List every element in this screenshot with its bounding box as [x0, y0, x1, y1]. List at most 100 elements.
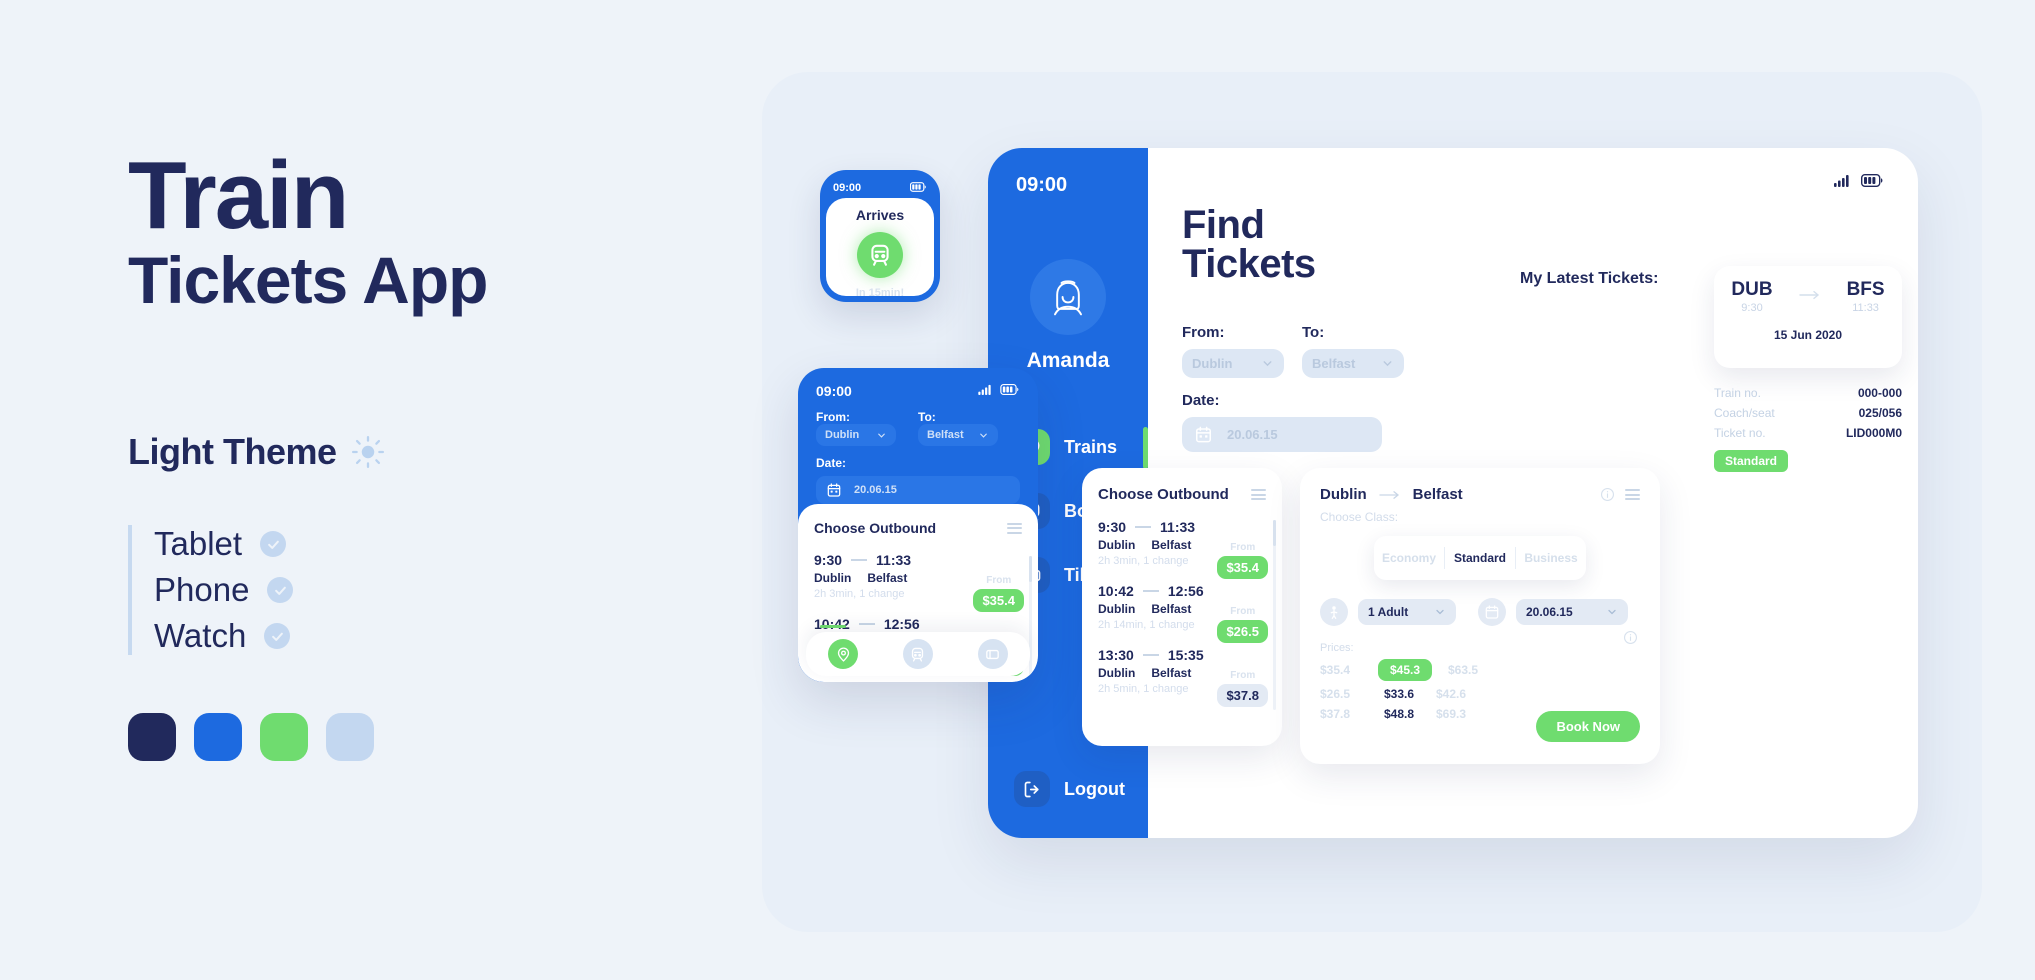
price-cell[interactable]: $69.3 — [1436, 707, 1490, 721]
menu-icon[interactable] — [1007, 522, 1022, 534]
price-cell[interactable]: $33.6 — [1378, 687, 1420, 701]
class-option-standard[interactable]: Standard — [1445, 551, 1515, 565]
book-now-button[interactable]: Book Now — [1536, 711, 1640, 742]
arrow-dash — [1142, 590, 1159, 592]
date-field[interactable]: 20.06.15 — [1182, 417, 1382, 453]
promo-title-line1: Train — [128, 142, 349, 249]
trip-row[interactable]: 9:30 11:33 Dublin Belfast 2h 3min, 1 cha… — [798, 552, 1038, 612]
dest-code: BFS — [1846, 279, 1885, 300]
from-select[interactable]: Dublin — [1182, 349, 1284, 379]
calendar-icon — [1478, 598, 1506, 626]
price-cell[interactable]: $42.6 — [1436, 687, 1490, 701]
price-tag[interactable]: From $37.8 — [1217, 665, 1268, 707]
panel-title: Choose Outbound — [814, 520, 937, 536]
to-value: Belfast — [1312, 356, 1356, 372]
sidebar-label: Trains — [1064, 436, 1118, 457]
price-cell[interactable]: $63.5 — [1448, 663, 1502, 677]
tablet-main: Find Tickets From: Dublin To: Belfast Da… — [1082, 148, 1918, 838]
phone-outbound-sheet: Choose Outbound 9:30 11:33 Dublin Belfas… — [798, 504, 1038, 682]
ticket-icon[interactable] — [977, 639, 1008, 669]
price-row: $35.4 $45.3 $63.5 — [1320, 659, 1640, 681]
phone-mockup: 09:00 From: Dublin To: Belfast Date: 20.… — [798, 368, 1038, 682]
trip-row[interactable]: 13:30 15:35 Dublin Belfast 2h 5min, 1 ch… — [1082, 647, 1282, 707]
passenger-value: 1 Adult — [1368, 605, 1409, 619]
price-cell[interactable]: $37.8 — [1320, 707, 1374, 721]
date-value: 20.06.15 — [1227, 427, 1278, 443]
promo-panel: Train Tickets App Light Theme Tablet Pho… — [128, 142, 768, 762]
to-select[interactable]: Belfast — [918, 424, 998, 446]
theme-row: Light Theme — [128, 431, 768, 473]
price-tag[interactable]: From $35.4 — [973, 570, 1024, 612]
price-cell[interactable]: $35.4 — [1320, 663, 1374, 677]
route-destination: Belfast — [1412, 486, 1463, 503]
watch-mockup: 09:00 Arrives In 15min! — [820, 170, 940, 302]
price-value: $35.4 — [1217, 556, 1268, 579]
dest-time: 11:33 — [1852, 302, 1879, 314]
price-cell[interactable]: $48.8 — [1378, 707, 1420, 721]
menu-icon[interactable] — [1625, 489, 1640, 500]
drag-handle[interactable] — [820, 625, 846, 628]
price-cell-selected[interactable]: $45.3 — [1378, 659, 1432, 681]
trip-row[interactable]: 13:30 15:35 Dublin Belfast 2h 5min, 1 ch… — [798, 680, 1038, 682]
watch-time: 09:00 — [833, 182, 862, 194]
train-icon[interactable] — [857, 232, 903, 278]
departure-time: 13:30 — [814, 680, 850, 682]
date-field[interactable]: 20.06.15 — [816, 476, 1020, 504]
dest-city: Belfast — [1151, 602, 1192, 616]
passenger-select[interactable]: 1 Adult — [1358, 599, 1456, 625]
chevron-down-icon — [1263, 361, 1272, 367]
from-select[interactable]: Dublin — [816, 424, 896, 446]
calendar-icon — [827, 483, 841, 497]
origin-city: Dublin — [1098, 538, 1136, 552]
trip-row[interactable]: 9:30 11:33 Dublin Belfast 2h 3min, 1 cha… — [1082, 519, 1282, 579]
prices-label: Prices: — [1320, 642, 1354, 654]
info-icon[interactable] — [1600, 487, 1615, 502]
to-select[interactable]: Belfast — [1302, 349, 1404, 379]
date-value: 20.06.15 — [1526, 605, 1573, 619]
dest-city: Belfast — [1151, 666, 1192, 680]
price-tag[interactable]: From $26.5 — [1217, 601, 1268, 643]
price-from-label: From — [1230, 542, 1256, 553]
location-pin-icon[interactable] — [828, 639, 859, 669]
trip-row[interactable]: 10:42 12:56 Dublin Belfast 2h 14min, 1 c… — [1082, 583, 1282, 643]
date-select[interactable]: 20.06.15 — [1516, 599, 1628, 625]
device-row-watch: Watch — [154, 617, 768, 655]
sidebar-item-logout[interactable]: Logout — [988, 757, 1148, 821]
train-icon[interactable] — [902, 639, 933, 669]
price-tag[interactable]: From $35.4 — [1217, 537, 1268, 579]
chevron-down-icon — [1608, 609, 1616, 615]
price-cell[interactable]: $26.5 — [1320, 687, 1374, 701]
check-icon — [264, 623, 291, 650]
chevron-down-icon — [878, 433, 885, 438]
latest-ticket-card[interactable]: DUB 9:30 BFS 11:33 15 Jun 2020 — [1714, 266, 1902, 368]
date-label: Date: — [816, 456, 847, 470]
class-option-business[interactable]: Business — [1516, 551, 1586, 565]
arrow-right-icon — [1798, 290, 1819, 300]
arrival-time: 12:56 — [883, 616, 920, 632]
info-icon[interactable] — [1623, 630, 1638, 645]
color-swatch-light-blue — [326, 713, 374, 762]
detail-row: Ticket no. LID000M0 — [1714, 426, 1902, 440]
arrival-time: 15:35 — [884, 680, 920, 682]
device-list: Tablet Phone Watch — [128, 525, 768, 656]
avatar[interactable] — [1030, 259, 1106, 335]
class-selection-panel: Dublin Belfast Choose Class: Economy Sta… — [1300, 468, 1660, 764]
arrow-right-icon — [1379, 490, 1399, 499]
ticket-origin: DUB 9:30 — [1731, 280, 1772, 314]
arrival-time: 15:35 — [1167, 647, 1204, 663]
class-switch: Economy Standard Business — [1374, 536, 1586, 580]
origin-city: Dublin — [1098, 666, 1136, 680]
battery-icon — [1000, 382, 1020, 400]
menu-icon[interactable] — [1251, 489, 1266, 500]
departure-time: 10:42 — [1098, 583, 1134, 599]
chevron-down-icon — [1436, 609, 1444, 615]
departure-time: 10:42 — [814, 616, 850, 632]
dest-city: Belfast — [1151, 538, 1192, 552]
origin-city: Dublin — [1098, 602, 1136, 616]
detail-row: Coach/seat 025/056 — [1714, 406, 1902, 420]
class-option-economy[interactable]: Economy — [1374, 551, 1444, 565]
device-label: Tablet — [154, 525, 243, 563]
device-label: Watch — [154, 617, 247, 655]
detail-value: 000-000 — [1857, 386, 1902, 400]
page-title-line2: Tickets — [1182, 242, 1316, 287]
